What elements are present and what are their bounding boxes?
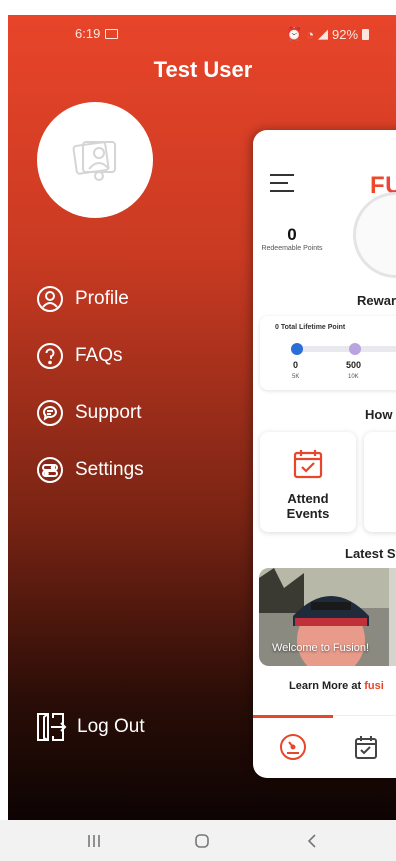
tier-dot-1 [349,343,361,355]
profile-ring [353,192,396,278]
question-circle-icon [35,341,65,371]
photo-placeholder-icon [72,141,116,181]
menu-label-faqs: FAQs [75,344,123,366]
tier-sub-0: 5K [292,374,300,380]
settings-toggle-icon [35,455,65,485]
hamburger-menu-icon[interactable] [270,174,294,192]
learn-more-link[interactable]: fusi [364,680,384,692]
tab-dashboard-gauge-icon[interactable] [278,732,308,762]
tiers-title: 0 Total Lifetime Point [275,324,346,331]
menu-item-settings[interactable]: Settings [35,441,144,498]
points-label: Redeemable Points [261,245,323,252]
gallery-notification-icon [105,28,119,39]
attend-events-line1: Attend [287,491,329,506]
tier-sub-1: 10K [348,374,359,380]
redeemable-points-badge: 0 Redeemable Points [259,205,325,283]
menu-item-support[interactable]: Support [35,384,144,441]
system-navigation-bar [0,820,396,861]
drawer-menu: Profile FAQs Support Settings [35,270,144,498]
tier-value-0: 0 [293,360,299,370]
how-heading: How t [365,407,396,422]
menu-item-profile[interactable]: Profile [35,270,144,327]
shop-line2: & S [364,506,396,521]
menu-item-faqs[interactable]: FAQs [35,327,144,384]
rewards-heading: Rewar [357,293,396,308]
bottom-tab-bar [253,715,396,778]
learn-more-text: Learn More at fusi [289,680,384,692]
learn-more-prefix: Learn More at [289,680,365,692]
menu-label-profile: Profile [75,287,129,309]
back-button[interactable] [300,830,324,852]
logout-button[interactable]: Log Out [35,711,145,743]
points-value: 0 [287,225,297,244]
wifi-icon: ◔ [306,26,315,42]
recent-apps-icon [88,835,100,847]
avatar[interactable] [37,102,153,218]
recent-apps-button[interactable] [82,830,106,852]
calendar-check-icon [293,450,323,479]
tab-calendar-icon[interactable] [351,732,381,762]
battery-percent: 92% [332,26,359,42]
shop-line1: Sl [364,491,396,506]
status-time-group: 6:19 [75,26,119,41]
signal-icon: ◢ [318,26,329,41]
home-button[interactable] [190,830,214,852]
navigation-drawer: 6:19 ⏰ ◔ ◢ 92% Test User Profile FAQs Su… [8,15,396,820]
logout-icon [35,711,69,743]
status-indicators: ⏰ ◔ ◢ 92% [286,26,370,42]
status-bar: 6:19 ⏰ ◔ ◢ 92% [8,15,396,51]
home-icon [195,834,209,848]
back-icon [307,834,316,848]
status-time: 6:19 [75,26,101,41]
attend-events-line2: Events [286,506,330,521]
story-caption: Welcome to Fusion! [272,642,370,654]
lifetime-tiers-card: 0 Total Lifetime Point 0 500 1( 5K 10K K [260,316,396,390]
tier-dot-0 [291,343,303,355]
logout-label: Log Out [77,716,145,737]
shop-card[interactable]: Sl & S [364,432,396,532]
menu-label-support: Support [75,401,142,423]
alarm-icon: ⏰ [286,26,303,41]
story-card[interactable]: Welcome to Fusion! [259,568,396,666]
person-circle-icon [35,284,65,314]
menu-label-settings: Settings [75,458,144,480]
tier-track [298,346,396,352]
tier-value-1: 500 [346,360,362,370]
app-screen-preview[interactable]: FUS 0 Redeemable Points Rewar 0 Total Li… [253,130,396,778]
battery-icon [362,28,370,40]
attend-events-card[interactable]: Attend Events [260,432,356,532]
active-tab-indicator [253,715,333,718]
chat-bubble-icon [35,398,65,428]
user-name: Test User [153,57,253,82]
latest-stories-heading: Latest St [345,546,396,561]
